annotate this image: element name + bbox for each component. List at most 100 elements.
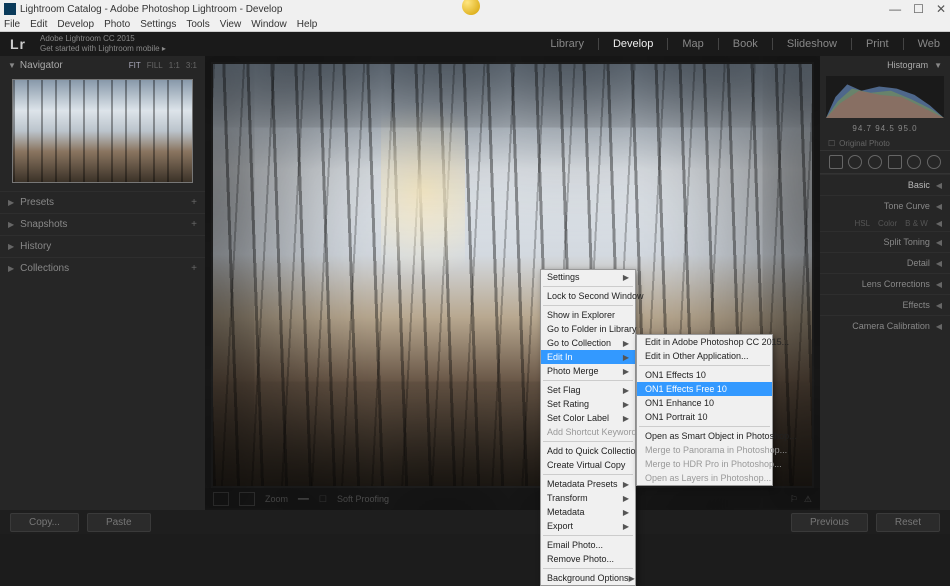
ctx-item[interactable]: Show in Explorer (541, 308, 635, 322)
section-snapshots[interactable]: ▶Snapshots+ (0, 213, 205, 235)
menu-window[interactable]: Window (251, 19, 287, 30)
navigator-label: Navigator (20, 60, 63, 71)
ctx-item[interactable]: Remove Photo... (541, 552, 635, 566)
menubar: File Edit Develop Photo Settings Tools V… (0, 18, 950, 32)
nav-3to1[interactable]: 3:1 (186, 61, 197, 70)
section-cameracalibration[interactable]: Camera Calibration◀ (820, 315, 950, 336)
ctx-item[interactable]: Email Photo... (541, 538, 635, 552)
brand-line2[interactable]: Get started with Lightroom mobile ▸ (40, 44, 166, 54)
menu-tools[interactable]: Tools (186, 19, 209, 30)
left-panel: ▼ Navigator FIT FILL 1:1 3:1 ▶Presets+ ▶… (0, 56, 205, 510)
ctx-item[interactable]: Metadata Presets▶ (541, 477, 635, 491)
spot-tool-icon[interactable] (848, 155, 862, 169)
radial-tool-icon[interactable] (907, 155, 921, 169)
module-map[interactable]: Map (682, 38, 703, 50)
ctx-item[interactable]: Set Color Label▶ (541, 411, 635, 425)
ctx-item[interactable]: Create Virtual Copy (541, 458, 635, 472)
window-title: Lightroom Catalog - Adobe Photoshop Ligh… (20, 4, 282, 15)
submenu-item[interactable]: Edit in Other Application... (637, 349, 772, 363)
context-menu[interactable]: Settings▶ Lock to Second Window Show in Ex… (540, 269, 636, 586)
ctx-item[interactable]: Set Flag▶ (541, 383, 635, 397)
develop-tools (820, 150, 950, 174)
submenu-item: Merge to Panorama in Photoshop... (637, 443, 772, 457)
submenu-item[interactable]: ON1 Enhance 10 (637, 396, 772, 410)
section-tonecurve[interactable]: Tone Curve◀ (820, 195, 950, 216)
section-lenscorrections[interactable]: Lens Corrections◀ (820, 273, 950, 294)
flag-icon[interactable]: ⚐ (790, 494, 798, 505)
navigator-header[interactable]: ▼ Navigator FIT FILL 1:1 3:1 (0, 56, 205, 75)
section-splittoning[interactable]: Split Toning◀ (820, 231, 950, 252)
submenu-item[interactable]: ON1 Effects Free 10 (637, 382, 772, 396)
ctx-item[interactable]: Go to Collection▶ (541, 336, 635, 350)
submenu-item: Open as Layers in Photoshop... (637, 471, 772, 485)
nav-fill[interactable]: FILL (147, 61, 163, 70)
menu-photo[interactable]: Photo (104, 19, 130, 30)
previous-button[interactable]: Previous (791, 513, 868, 532)
module-book[interactable]: Book (733, 38, 758, 50)
close-button[interactable]: ✕ (936, 2, 946, 16)
edit-in-submenu[interactable]: Edit in Adobe Photoshop CC 2015...Edit i… (636, 334, 773, 486)
module-web[interactable]: Web (918, 38, 940, 50)
module-slideshow[interactable]: Slideshow (787, 38, 837, 50)
brand-line1: Adobe Lightroom CC 2015 (40, 34, 166, 44)
histogram-header[interactable]: Histogram▼ (820, 56, 950, 74)
section-detail[interactable]: Detail◀ (820, 252, 950, 273)
ctx-item[interactable]: Background Options▶ (541, 571, 635, 585)
paste-button[interactable]: Paste (87, 513, 151, 532)
ctx-item[interactable]: Metadata▶ (541, 505, 635, 519)
ctx-item[interactable]: Go to Folder in Library (541, 322, 635, 336)
histogram-graph[interactable] (826, 76, 944, 118)
submenu-item[interactable]: Open as Smart Object in Photoshop... (637, 429, 772, 443)
section-history[interactable]: ▶History (0, 235, 205, 257)
toolbar-bottom: Zoom ━━ ☐ Soft Proofing ⚐ ⚠ (205, 488, 820, 510)
warning-icon[interactable]: ⚠ (804, 494, 812, 505)
submenu-item[interactable]: ON1 Effects 10 (637, 368, 772, 382)
ctx-item[interactable]: Add to Quick Collection (541, 444, 635, 458)
menu-file[interactable]: File (4, 19, 20, 30)
section-basic[interactable]: Basic◀ (820, 174, 950, 195)
ctx-item[interactable]: Transform▶ (541, 491, 635, 505)
ctx-item[interactable]: Export▶ (541, 519, 635, 533)
minimize-button[interactable]: — (889, 2, 901, 16)
section-effects[interactable]: Effects◀ (820, 294, 950, 315)
section-presets[interactable]: ▶Presets+ (0, 191, 205, 213)
zoom-label: Zoom (265, 494, 288, 504)
menu-develop[interactable]: Develop (57, 19, 94, 30)
redeye-tool-icon[interactable] (868, 155, 882, 169)
maximize-button[interactable]: ☐ (913, 2, 924, 16)
menu-help[interactable]: Help (297, 19, 318, 30)
navigator-thumbnail[interactable] (12, 79, 193, 183)
submenu-item[interactable]: ON1 Portrait 10 (637, 410, 772, 424)
section-collections[interactable]: ▶Collections+ (0, 257, 205, 279)
ctx-item[interactable]: Photo Merge▶ (541, 364, 635, 378)
nav-fit[interactable]: FIT (129, 61, 141, 70)
submenu-item[interactable]: Edit in Adobe Photoshop CC 2015... (637, 335, 772, 349)
module-print[interactable]: Print (866, 38, 889, 50)
ctx-item[interactable]: Settings▶ (541, 270, 635, 284)
original-photo-toggle[interactable]: ☐Original Photo (820, 137, 950, 150)
nav-1to1[interactable]: 1:1 (169, 61, 180, 70)
module-develop[interactable]: Develop (613, 38, 653, 50)
brush-tool-icon[interactable] (927, 155, 941, 169)
loupe-view-icon[interactable] (213, 492, 229, 506)
submenu-item: Merge to HDR Pro in Photoshop... (637, 457, 772, 471)
crop-tool-icon[interactable] (829, 155, 843, 169)
right-panel: Histogram▼ 94.7 94.5 95.0 ☐Original Phot… (820, 56, 950, 510)
brand-text: Adobe Lightroom CC 2015 Get started with… (40, 34, 166, 53)
menu-settings[interactable]: Settings (140, 19, 176, 30)
copy-button[interactable]: Copy... (10, 513, 79, 532)
module-picker-bar: Lr Adobe Lightroom CC 2015 Get started w… (0, 32, 950, 56)
zoom-slider[interactable]: ━━ (298, 494, 309, 505)
ctx-item[interactable]: Lock to Second Window (541, 289, 635, 303)
soft-proofing-label[interactable]: Soft Proofing (337, 494, 389, 504)
gradient-tool-icon[interactable] (888, 155, 902, 169)
menu-view[interactable]: View (220, 19, 242, 30)
histogram-values: 94.7 94.5 95.0 (820, 122, 950, 137)
ctx-item[interactable]: Set Rating▶ (541, 397, 635, 411)
before-after-icon[interactable] (239, 492, 255, 506)
reset-button[interactable]: Reset (876, 513, 940, 532)
ctx-item[interactable]: Edit In▶ (541, 350, 635, 364)
menu-edit[interactable]: Edit (30, 19, 47, 30)
hsl-tabs[interactable]: HSLColorB & W◀ (820, 216, 950, 231)
module-library[interactable]: Library (550, 38, 584, 50)
